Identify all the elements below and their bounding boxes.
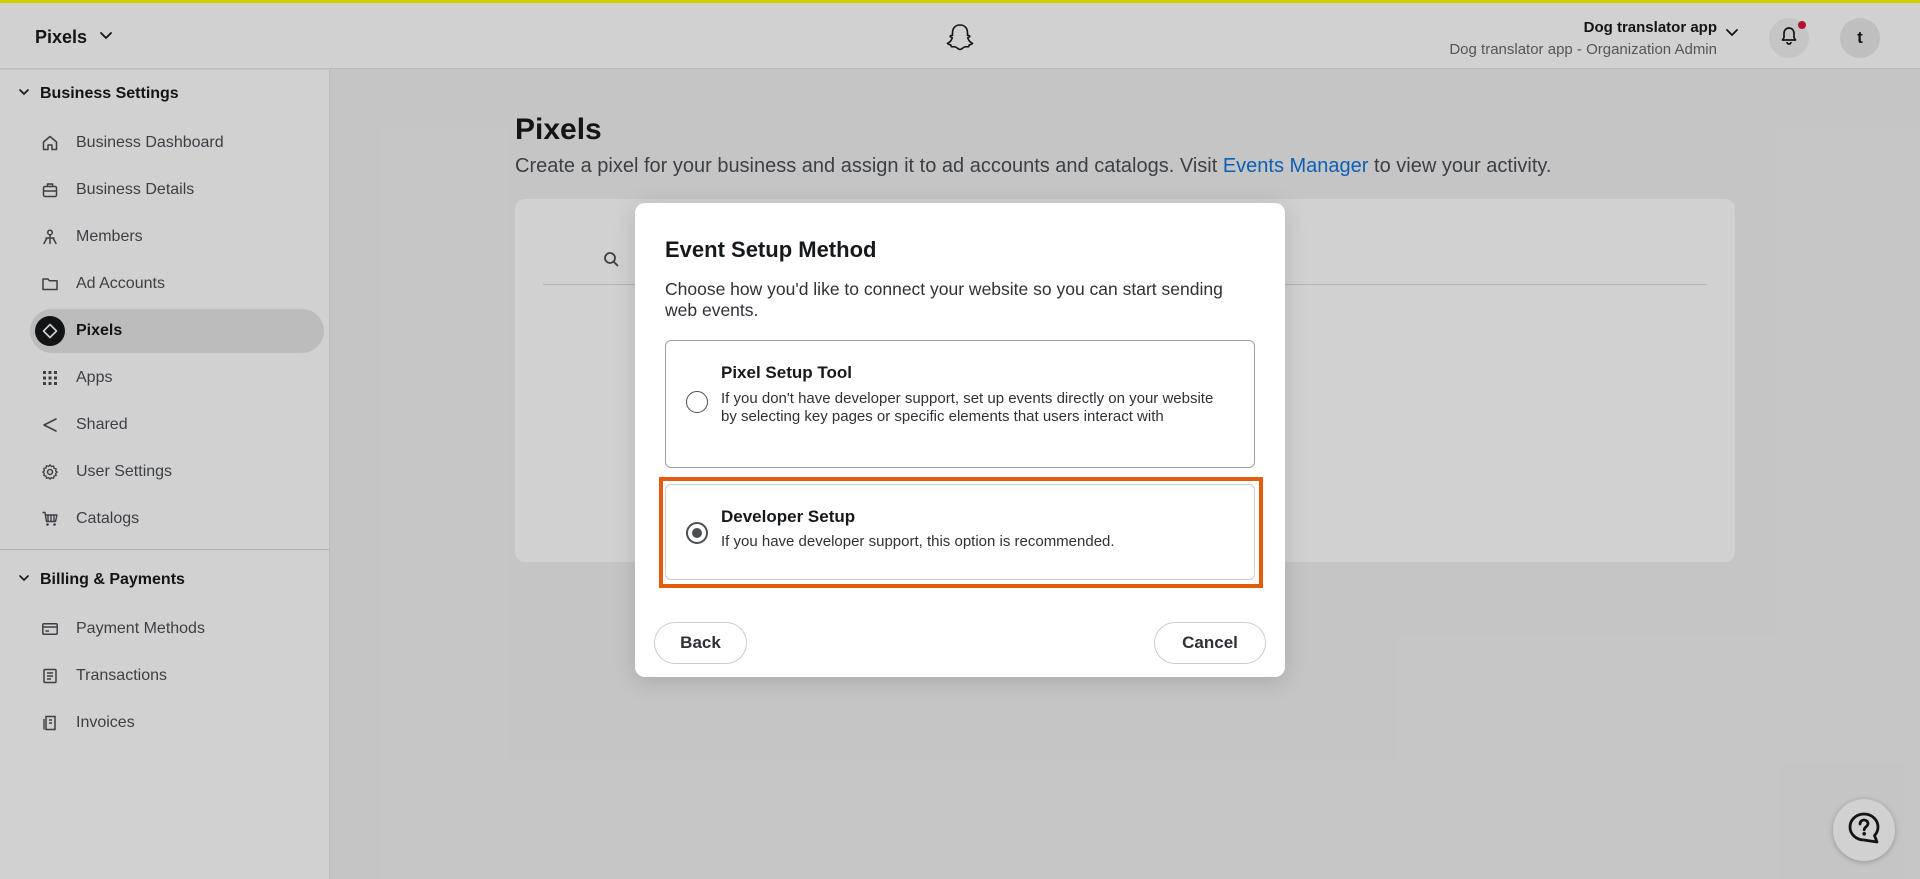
option-developer-setup[interactable]: Developer Setup If you have developer su… — [665, 484, 1255, 580]
modal-description: Choose how you'd like to connect your we… — [665, 279, 1223, 320]
back-button[interactable]: Back — [654, 622, 747, 664]
option-text: If you don't have developer support, set… — [721, 390, 1214, 425]
option-pixel-setup-tool[interactable]: Pixel Setup Tool If you don't have devel… — [665, 340, 1255, 468]
option-title: Developer Setup — [721, 507, 856, 526]
radio-developer-setup[interactable] — [686, 522, 708, 544]
event-setup-modal: Event Setup Method Choose how you'd like… — [635, 203, 1285, 677]
radio-pixel-setup-tool[interactable] — [686, 391, 708, 413]
cancel-button[interactable]: Cancel — [1154, 622, 1266, 664]
option-title: Pixel Setup Tool — [721, 363, 852, 382]
modal-title: Event Setup Method — [665, 237, 877, 262]
option-text: If you have developer support, this opti… — [721, 533, 1115, 550]
